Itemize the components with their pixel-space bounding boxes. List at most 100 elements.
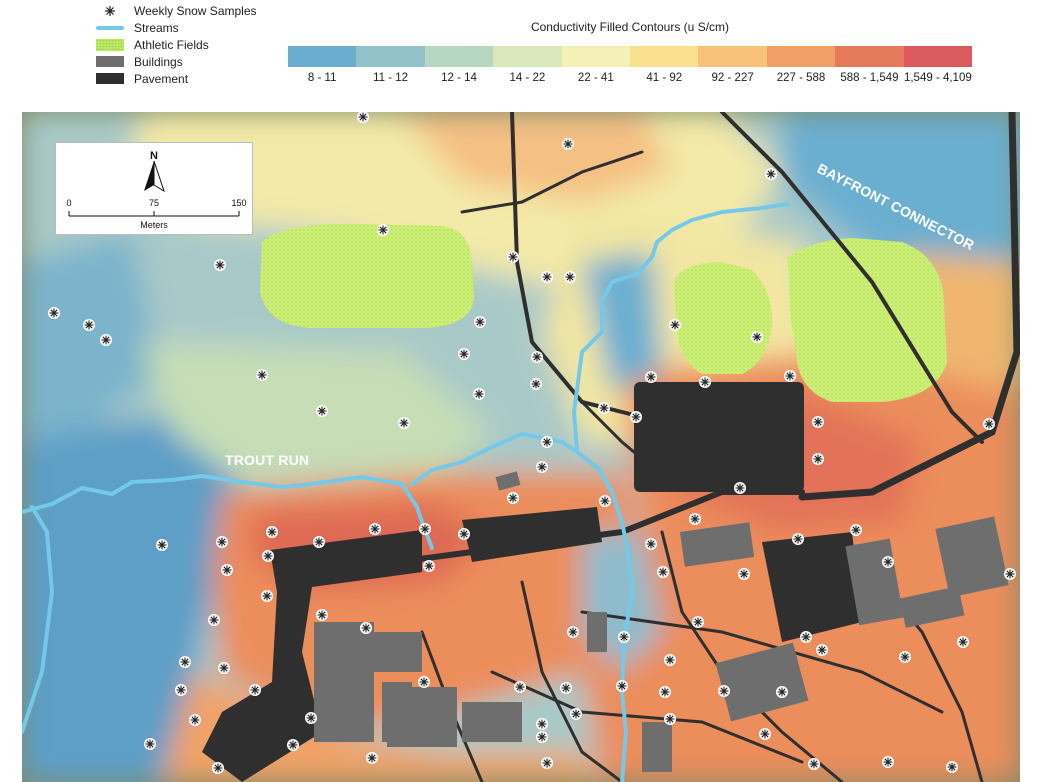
snow-sample-point <box>398 417 410 429</box>
parking-lot <box>634 382 804 492</box>
snow-sample-point <box>564 271 576 283</box>
snow-sample-point <box>759 728 771 740</box>
snow-sample-point <box>541 436 553 448</box>
building-swatch <box>96 56 124 67</box>
snow-sample-point <box>419 523 431 535</box>
conductivity-class-label: 1,549 - 4,109 <box>903 72 972 84</box>
snow-sample-point <box>262 550 274 562</box>
snow-sample-point <box>360 622 372 634</box>
snow-sample-point <box>567 626 579 638</box>
athletic-field <box>674 262 773 374</box>
snow-sample-point <box>266 526 278 538</box>
snow-sample-point <box>458 348 470 360</box>
conductivity-class-swatch <box>698 46 767 67</box>
scale-bar <box>68 211 240 217</box>
snow-sample-point <box>792 533 804 545</box>
snow-sample-point <box>618 631 630 643</box>
snow-sample-point <box>214 259 226 271</box>
snow-sample-point <box>689 513 701 525</box>
conductivity-class-swatch <box>766 46 836 67</box>
snow-sample-point <box>536 731 548 743</box>
snow-sample-point <box>530 378 542 390</box>
snow-sample-point <box>366 752 378 764</box>
snow-sample-point <box>812 453 824 465</box>
snow-sample-point <box>659 686 671 698</box>
scale-tick-label: 75 <box>149 198 159 208</box>
snow-sample-point <box>630 411 642 423</box>
conductivity-color-ramp <box>288 46 973 67</box>
building <box>387 687 457 747</box>
conductivity-class-swatch <box>356 46 425 67</box>
snow-sample-point <box>657 566 669 578</box>
snow-sample-point <box>189 714 201 726</box>
legend-item-buildings: Buildings <box>96 53 257 70</box>
conductivity-class-label: 8 - 11 <box>307 72 337 84</box>
snow-sample-point <box>560 682 572 694</box>
snow-sample-point <box>808 758 820 770</box>
building <box>587 612 607 652</box>
legend-label: Weekly Snow Samples <box>134 3 257 18</box>
snow-sample-point <box>316 405 328 417</box>
snow-sample-point <box>599 495 611 507</box>
snow-sample-point <box>784 370 796 382</box>
snow-sample-point <box>100 334 112 346</box>
conductivity-class-swatch <box>630 46 699 67</box>
snow-sample-point <box>664 654 676 666</box>
snow-sample-point <box>812 416 824 428</box>
conductivity-class-label: 41 - 92 <box>646 72 683 84</box>
snow-sample-point <box>765 168 777 180</box>
snow-sample-point <box>473 388 485 400</box>
snow-sample-point <box>738 568 750 580</box>
snow-sample-point <box>418 676 430 688</box>
snow-sample-point <box>800 631 812 643</box>
legend-label: Pavement <box>134 71 189 86</box>
snow-sample-point <box>645 371 657 383</box>
building <box>352 632 422 672</box>
snow-sample-point <box>882 756 894 768</box>
snow-sample-point <box>616 680 628 692</box>
conductivity-class-label: 588 - 1,549 <box>840 72 899 84</box>
snow-sample-point <box>423 560 435 572</box>
legend-label: Athletic Fields <box>134 37 209 52</box>
scale-tick-label: 150 <box>231 198 246 208</box>
map-legend: Weekly Snow Samples Streams Athletic Fie… <box>96 2 257 87</box>
snow-sample-point <box>541 757 553 769</box>
snow-sample-point <box>899 651 911 663</box>
snow-sample-point <box>734 482 746 494</box>
snow-sample-point <box>474 316 486 328</box>
legend-item-athletic-fields: Athletic Fields <box>96 36 257 53</box>
snow-sample-point <box>570 708 582 720</box>
snow-sample-point <box>699 376 711 388</box>
snow-sample-point <box>598 402 610 414</box>
building <box>462 702 522 742</box>
snow-sample-point <box>83 319 95 331</box>
snow-sample-point <box>175 684 187 696</box>
snow-sample-point <box>249 684 261 696</box>
conductivity-class-label: 22 - 41 <box>577 72 614 84</box>
snow-sample-point <box>507 251 519 263</box>
snow-sample-point <box>156 539 168 551</box>
stream-line-icon <box>96 25 124 30</box>
snow-sample-point <box>718 685 730 697</box>
snow-sample-point <box>882 556 894 568</box>
legend-item-snow-samples: Weekly Snow Samples <box>96 2 257 19</box>
snow-sample-point <box>377 224 389 236</box>
pavement-swatch <box>96 73 124 84</box>
snow-sample-point <box>221 564 233 576</box>
north-arrow-scale-box: N 0 75 150 Meters <box>55 142 253 235</box>
snow-sample-point <box>218 662 230 674</box>
snow-sample-point <box>645 538 657 550</box>
conductivity-class-label: 227 - 588 <box>776 72 826 84</box>
snow-sample-point <box>144 738 156 750</box>
conductivity-class-labels: 8 - 11 11 - 12 12 - 14 14 - 22 22 - 41 41 - 9… <box>288 72 972 84</box>
snow-sample-point <box>458 528 470 540</box>
snow-sample-point <box>1004 568 1016 580</box>
snow-sample-point <box>208 614 220 626</box>
snow-sample-point <box>664 713 676 725</box>
snow-sample-point <box>514 681 526 693</box>
snow-sample-point <box>531 351 543 363</box>
athletic-field-swatch <box>96 38 124 51</box>
north-arrow-icon <box>144 160 165 193</box>
snow-sample-point <box>369 523 381 535</box>
snow-sample-point <box>261 590 273 602</box>
